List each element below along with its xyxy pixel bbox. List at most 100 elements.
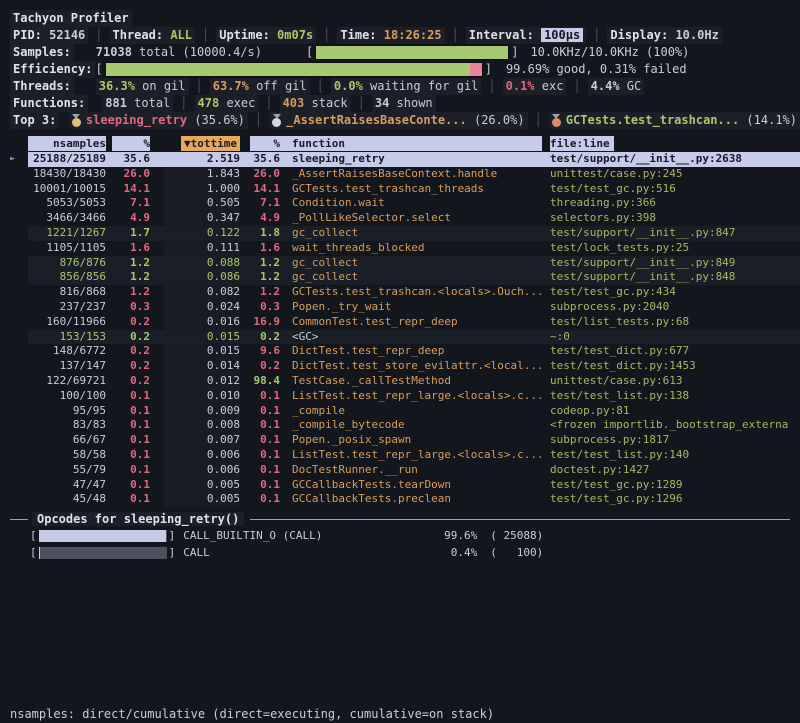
cell-function: _compile_bytecode bbox=[280, 418, 542, 433]
cell-function: _AssertRaisesBaseContext.handle bbox=[280, 167, 542, 182]
samples-row: Samples:71038 total (10000.4/s)[]10.0KHz… bbox=[10, 44, 800, 61]
table-row[interactable]: 45/480.10.0050.1GCCallbackTests.preclean… bbox=[28, 492, 800, 507]
cell-pct-direct: 0.2 bbox=[112, 359, 150, 374]
cell-file-line: subprocess.py:1817 bbox=[542, 433, 800, 448]
column-header-function[interactable]: function bbox=[280, 136, 542, 151]
table-row[interactable]: 237/2370.30.0240.3Popen._try_waitsubproc… bbox=[28, 300, 800, 315]
cell-function: _compile bbox=[280, 404, 542, 419]
cell-file-line: test/test_gc.py:516 bbox=[542, 182, 800, 197]
cell-file-line: test/test_gc.py:1296 bbox=[542, 492, 800, 507]
cell-tottime: 0.122 bbox=[164, 226, 240, 241]
table-row[interactable]: 100/1000.10.0100.1ListTest.test_repr_lar… bbox=[28, 389, 800, 404]
table-row[interactable]: ►25188/2518935.62.51935.6sleeping_retryt… bbox=[28, 152, 800, 167]
table-row[interactable]: 148/67720.20.0159.6DictTest.test_repr_de… bbox=[28, 344, 800, 359]
cell-pct-direct: 1.2 bbox=[112, 285, 150, 300]
efficiency-label: Efficiency: bbox=[10, 61, 95, 78]
column-header-pct-direct[interactable]: % bbox=[112, 136, 150, 151]
opcodes-separator: Opcodes for sleeping_retry() bbox=[10, 511, 790, 527]
cell-tottime: 0.347 bbox=[164, 211, 240, 226]
table-row[interactable]: 160/119660.20.01616.9CommonTest.test_rep… bbox=[28, 315, 800, 330]
cell-function: ListTest.test_repr_large.<locals>.c... bbox=[280, 448, 542, 463]
cell-file-line: test/test_gc.py:434 bbox=[542, 285, 800, 300]
cell-tottime: 0.024 bbox=[164, 300, 240, 315]
cell-pct-cumulative: 35.6 bbox=[250, 152, 280, 167]
threads-gc: 4.4% GC bbox=[588, 78, 645, 95]
table-row[interactable]: 66/670.10.0070.1Popen._posix_spawnsubpro… bbox=[28, 433, 800, 448]
cell-pct-cumulative: 1.8 bbox=[250, 226, 280, 241]
table-row[interactable]: 153/1530.20.0150.2<GC>~:0 bbox=[28, 330, 800, 345]
table-row[interactable]: 137/1470.20.0140.2DictTest.test_store_ev… bbox=[28, 359, 800, 374]
column-header-pct-cumulative[interactable]: % bbox=[250, 136, 280, 151]
table-row[interactable]: 58/580.10.0060.1ListTest.test_repr_large… bbox=[28, 448, 800, 463]
table-row[interactable]: 122/697210.20.01298.4TestCase._callTestM… bbox=[28, 374, 800, 389]
cell-function: DocTestRunner.__run bbox=[280, 463, 542, 478]
cell-pct-cumulative: 1.2 bbox=[250, 285, 280, 300]
table-row[interactable]: 95/950.10.0090.1_compilecodeop.py:81 bbox=[28, 404, 800, 419]
cell-tottime: 0.009 bbox=[164, 404, 240, 419]
table-body: ►25188/2518935.62.51935.6sleeping_retryt… bbox=[0, 152, 800, 507]
cell-nsamples: 856/856 bbox=[28, 270, 106, 285]
table-row[interactable]: 1105/11051.60.1111.6wait_threads_blocked… bbox=[28, 241, 800, 256]
cell-function: GCTests.test_trashcan.<locals>.Ouch... bbox=[280, 285, 542, 300]
opcode-name: CALL_BUILTIN_O (CALL) bbox=[175, 527, 415, 544]
cell-pct-cumulative: 26.0 bbox=[250, 167, 280, 182]
column-header-nsamples[interactable]: nsamples bbox=[28, 136, 106, 151]
cell-pct-direct: 7.1 bbox=[112, 196, 150, 211]
table-row[interactable]: 3466/34664.90.3474.9_PollLikeSelector.se… bbox=[28, 211, 800, 226]
cell-function: CommonTest.test_repr_deep bbox=[280, 315, 542, 330]
table-row[interactable]: 10001/1001514.11.00014.1GCTests.test_tra… bbox=[28, 182, 800, 197]
cell-pct-direct: 0.2 bbox=[112, 344, 150, 359]
uptime-field: Uptime: 0m07s bbox=[216, 27, 316, 44]
gold-medal-icon bbox=[72, 114, 81, 127]
cell-nsamples: 876/876 bbox=[28, 256, 106, 271]
cell-pct-direct: 1.7 bbox=[112, 226, 150, 241]
cell-nsamples: 1105/1105 bbox=[28, 241, 106, 256]
cell-tottime: 0.505 bbox=[164, 196, 240, 211]
cell-tottime: 0.016 bbox=[164, 315, 240, 330]
table-row[interactable]: 83/830.10.0080.1_compile_bytecode<frozen… bbox=[28, 418, 800, 433]
table-row[interactable]: 18430/1843026.01.84326.0_AssertRaisesBas… bbox=[28, 167, 800, 182]
opcode-row: []CALL_BUILTIN_O (CALL)99.6%( 25088) bbox=[30, 527, 800, 544]
efficiency-summary: 99.69% good, 0.31% failed bbox=[506, 61, 687, 78]
selection-arrow-icon: ► bbox=[10, 152, 15, 167]
display-rate-field: Display: 10.0Hz bbox=[607, 27, 721, 44]
functions-shown: 34 shown bbox=[372, 95, 436, 112]
app-title: Tachyon Profiler bbox=[10, 10, 132, 27]
table-row[interactable]: 1221/12671.70.1221.8gc_collecttest/suppo… bbox=[28, 226, 800, 241]
cell-function: Condition.wait bbox=[280, 196, 542, 211]
opcode-count: ( 100) bbox=[477, 544, 543, 561]
status-row: PID: 52146│Thread: ALL│Uptime: 0m07s│Tim… bbox=[10, 27, 800, 44]
table-row[interactable]: 47/470.10.0050.1GCCallbackTests.tearDown… bbox=[28, 478, 800, 493]
cell-nsamples: 3466/3466 bbox=[28, 211, 106, 226]
column-header-tottime[interactable]: ▼tottime bbox=[164, 136, 240, 151]
cell-pct-cumulative: 0.1 bbox=[250, 448, 280, 463]
cell-pct-cumulative: 0.1 bbox=[250, 478, 280, 493]
cell-tottime: 2.519 bbox=[164, 152, 240, 167]
cell-pct-cumulative: 0.2 bbox=[250, 359, 280, 374]
silver-medal-icon bbox=[272, 114, 281, 127]
cell-tottime: 1.843 bbox=[164, 167, 240, 182]
cell-pct-direct: 0.2 bbox=[112, 315, 150, 330]
cell-tottime: 0.006 bbox=[164, 463, 240, 478]
table-row[interactable]: 856/8561.20.0861.2gc_collecttest/support… bbox=[28, 270, 800, 285]
cell-pct-direct: 0.3 bbox=[112, 300, 150, 315]
column-header-file-line[interactable]: file:line bbox=[542, 136, 800, 151]
table-row[interactable]: 55/790.10.0060.1DocTestRunner.__rundocte… bbox=[28, 463, 800, 478]
functions-stack: 403 stack bbox=[280, 95, 351, 112]
samples-total: 71038 bbox=[96, 44, 132, 61]
cell-pct-direct: 0.1 bbox=[112, 463, 150, 478]
cell-function: sleeping_retry bbox=[280, 152, 542, 167]
thread-field[interactable]: Thread: ALL bbox=[110, 27, 196, 44]
cell-pct-direct: 0.1 bbox=[112, 418, 150, 433]
cell-pct-direct: 0.1 bbox=[112, 389, 150, 404]
cell-function: GCCallbackTests.tearDown bbox=[280, 478, 542, 493]
cell-nsamples: 153/153 bbox=[28, 330, 106, 345]
threads-waiting-gil: 0.0% waiting for gil bbox=[331, 78, 482, 95]
sort-indicator-tottime: ▼tottime bbox=[181, 136, 240, 151]
table-row[interactable]: 876/8761.20.0881.2gc_collecttest/support… bbox=[28, 256, 800, 271]
cell-pct-cumulative: 0.3 bbox=[250, 300, 280, 315]
cell-tottime: 0.086 bbox=[164, 270, 240, 285]
table-row[interactable]: 5053/50537.10.5057.1Condition.waitthread… bbox=[28, 196, 800, 211]
table-row[interactable]: 816/8681.20.0821.2GCTests.test_trashcan.… bbox=[28, 285, 800, 300]
opcode-count: ( 25088) bbox=[477, 527, 543, 544]
